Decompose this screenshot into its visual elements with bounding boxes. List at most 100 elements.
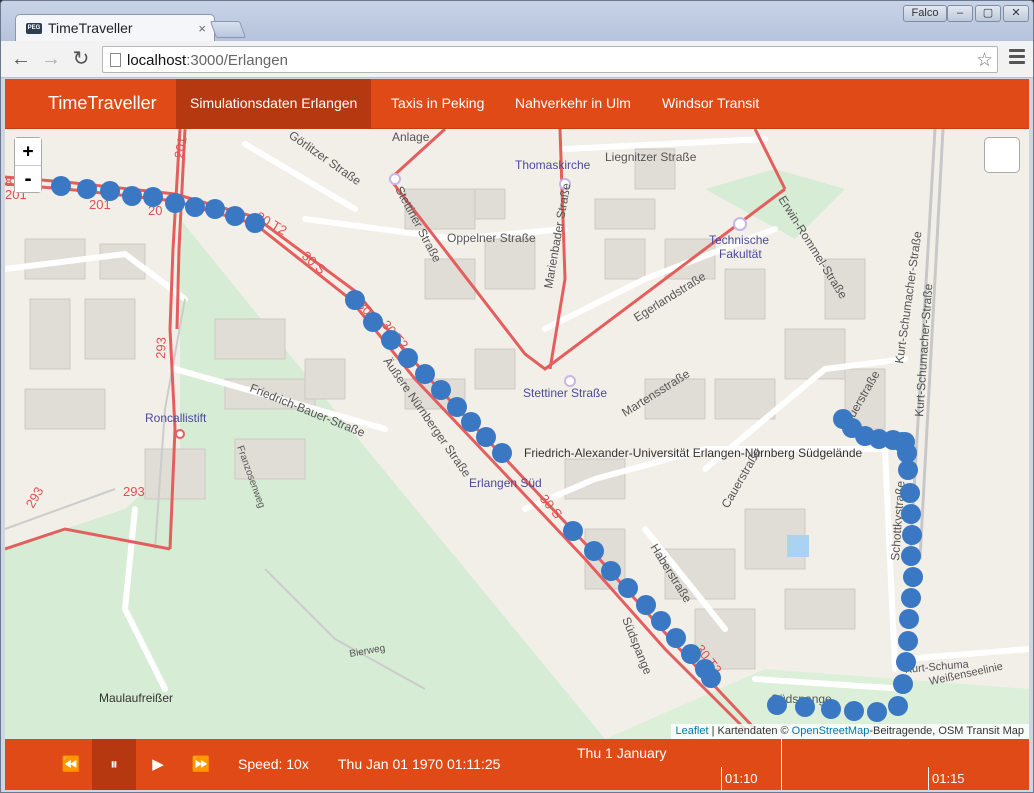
timeline-tick [928, 767, 929, 790]
tab-strip: PEG TimeTraveller × Falco – ▢ ✕ [1, 1, 1033, 41]
timeline-tick-label-1: 01:10 [725, 771, 758, 786]
layer-control-button[interactable] [984, 137, 1020, 173]
vehicle-marker[interactable] [701, 668, 721, 688]
play-button[interactable]: ▶ [136, 739, 180, 790]
playback-controls: ⏪ ⏸ ▶ ⏩ Speed: 10x Thu Jan 01 1970 01:11… [5, 739, 1029, 790]
vehicle-marker[interactable] [492, 443, 512, 463]
vehicle-marker[interactable] [363, 312, 383, 332]
vehicle-marker[interactable] [165, 193, 185, 213]
close-window-button[interactable]: ✕ [1003, 5, 1029, 22]
vehicle-marker[interactable] [888, 696, 908, 716]
vehicle-marker[interactable] [896, 652, 916, 672]
vehicle-marker[interactable] [345, 290, 365, 310]
route-label-293c: 293 [23, 484, 47, 510]
vehicle-marker[interactable] [833, 409, 853, 429]
vehicle-marker[interactable] [461, 412, 481, 432]
vehicle-marker[interactable] [903, 567, 923, 587]
vehicle-marker[interactable] [901, 504, 921, 524]
vehicle-marker[interactable] [77, 179, 97, 199]
map-label-suedspange: Südspange [619, 615, 655, 677]
rewind-icon: ⏪ [61, 756, 81, 773]
leaflet-link[interactable]: Leaflet [676, 725, 709, 737]
osm-link[interactable]: OpenStreetMap [792, 725, 870, 737]
vehicle-marker[interactable] [901, 546, 921, 566]
tab-title: TimeTraveller [48, 20, 133, 36]
route-label-201c: 201 [171, 136, 190, 160]
tab-close-icon[interactable]: × [198, 21, 206, 36]
vehicle-marker[interactable] [51, 176, 71, 196]
vehicle-marker[interactable] [900, 483, 920, 503]
zoom-in-button[interactable]: + [15, 138, 41, 165]
vehicle-marker[interactable] [901, 588, 921, 608]
vehicle-marker[interactable] [666, 628, 686, 648]
vehicle-marker[interactable] [563, 521, 583, 541]
map-view[interactable]: Anlage Thomaskirche Liegnitzer Straße Gö… [5, 129, 1029, 739]
bookmark-star-icon[interactable]: ☆ [976, 49, 993, 72]
brand-logo[interactable]: TimeTraveller [48, 93, 157, 114]
vehicle-marker[interactable] [415, 364, 435, 384]
fast-forward-icon: ⏩ [191, 756, 211, 773]
address-bar[interactable]: localhost:3000/Erlangen ☆ [102, 46, 998, 73]
url-path: :3000/Erlangen [186, 52, 288, 69]
vehicle-marker[interactable] [844, 701, 864, 721]
vehicle-marker[interactable] [899, 609, 919, 629]
vehicle-marker[interactable] [902, 525, 922, 545]
nav-taxis-in-peking[interactable]: Taxis in Peking [377, 79, 498, 129]
hamburger-menu-icon[interactable] [1009, 49, 1025, 69]
vehicle-marker[interactable] [898, 631, 918, 651]
vehicle-marker[interactable] [143, 187, 163, 207]
zoom-out-button[interactable]: - [15, 165, 41, 192]
vehicle-marker[interactable] [431, 380, 451, 400]
map-label-stettiner-stop: Stettiner Straße [523, 386, 607, 400]
vehicle-marker[interactable] [398, 348, 418, 368]
vehicle-marker[interactable] [205, 199, 225, 219]
pause-button[interactable]: ⏸ [92, 739, 136, 790]
nav-simulationsdaten-erlangen[interactable]: Simulationsdaten Erlangen [176, 79, 372, 129]
vehicle-marker[interactable] [681, 644, 701, 664]
page-icon [110, 53, 121, 67]
maximize-button[interactable]: ▢ [975, 5, 1001, 22]
vehicle-marker[interactable] [651, 611, 671, 631]
profile-button[interactable]: Falco [903, 5, 947, 22]
timeline[interactable]: Thu 1 January 01:10 01:15 [577, 739, 1029, 790]
fast-forward-button[interactable]: ⏩ [179, 739, 223, 790]
vehicle-marker[interactable] [893, 674, 913, 694]
forward-arrow-icon[interactable]: → [39, 48, 63, 70]
vehicle-marker[interactable] [618, 578, 638, 598]
vehicle-marker[interactable] [245, 213, 265, 233]
nav-nahverkehr-in-ulm[interactable]: Nahverkehr in Ulm [501, 79, 645, 129]
vehicle-marker[interactable] [476, 427, 496, 447]
map-label-liegnitzer: Liegnitzer Straße [605, 150, 697, 164]
url-text: localhost:3000/Erlangen [127, 52, 288, 69]
vehicle-marker[interactable] [767, 695, 787, 715]
route-label-8: 8 [5, 174, 12, 189]
map-attribution: Leaflet | Kartendaten © OpenStreetMap-Be… [670, 724, 1029, 739]
app-navbar: TimeTraveller Simulationsdaten Erlangen … [5, 79, 1029, 129]
vehicle-marker[interactable] [122, 186, 142, 206]
map-label-technische: Technische [709, 233, 769, 247]
back-arrow-icon[interactable]: ← [9, 48, 33, 70]
route-label-293a: 293 [153, 337, 169, 359]
browser-tab[interactable]: PEG TimeTraveller × [15, 14, 215, 41]
timeline-cursor[interactable] [781, 739, 782, 790]
vehicle-marker[interactable] [381, 330, 401, 350]
vehicle-marker[interactable] [898, 460, 918, 480]
vehicle-marker[interactable] [636, 595, 656, 615]
browser-toolbar: ← → ↻ localhost:3000/Erlangen ☆ [1, 41, 1033, 78]
timeline-tick [721, 767, 722, 790]
vehicle-marker[interactable] [447, 397, 467, 417]
vehicle-marker[interactable] [795, 697, 815, 717]
vehicle-marker[interactable] [867, 702, 887, 722]
vehicle-marker[interactable] [100, 181, 120, 201]
speed-label[interactable]: Speed: 10x [238, 756, 309, 772]
vehicle-marker[interactable] [601, 561, 621, 581]
vehicle-marker[interactable] [584, 541, 604, 561]
vehicle-marker[interactable] [225, 206, 245, 226]
minimize-button[interactable]: – [947, 5, 973, 22]
vehicle-marker[interactable] [821, 699, 841, 719]
vehicle-marker[interactable] [185, 197, 205, 217]
reload-icon[interactable]: ↻ [69, 48, 93, 70]
new-tab-button[interactable] [209, 21, 247, 38]
rewind-button[interactable]: ⏪ [49, 739, 93, 790]
nav-windsor-transit[interactable]: Windsor Transit [648, 79, 773, 129]
